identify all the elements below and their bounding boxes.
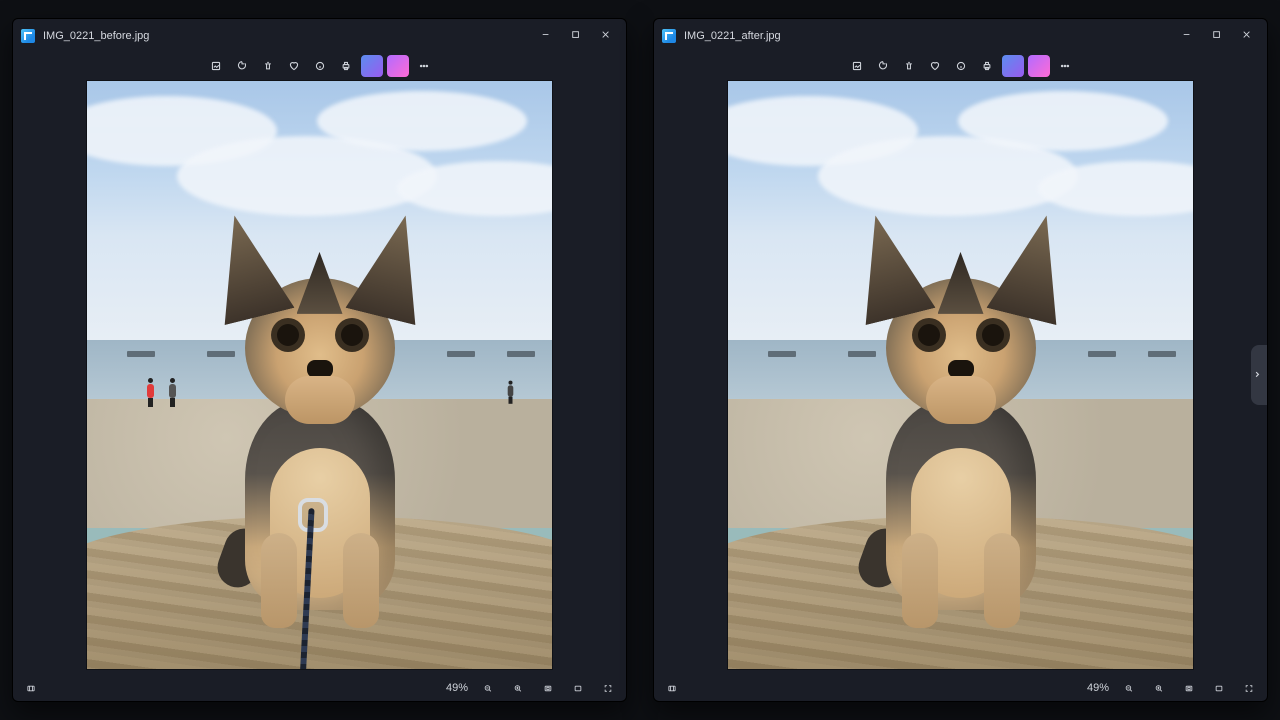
app-icon bbox=[21, 29, 35, 43]
zoom-out-button[interactable] bbox=[478, 678, 498, 698]
print-button[interactable] bbox=[976, 55, 998, 77]
maximize-button[interactable] bbox=[562, 22, 592, 50]
edit-image-button[interactable] bbox=[205, 55, 227, 77]
more-button[interactable] bbox=[1054, 55, 1076, 77]
actual-size-button[interactable] bbox=[538, 678, 558, 698]
zoom-in-button[interactable] bbox=[508, 678, 528, 698]
photos-window: IMG_0221_before.jpg bbox=[12, 18, 627, 702]
status-bar: 49% bbox=[13, 675, 626, 701]
next-image-button[interactable] bbox=[1251, 345, 1267, 405]
minimize-button[interactable] bbox=[1173, 22, 1203, 50]
close-button[interactable] bbox=[1233, 22, 1263, 50]
fit-button[interactable] bbox=[1209, 678, 1229, 698]
print-button[interactable] bbox=[335, 55, 357, 77]
zoom-level: 49% bbox=[446, 682, 468, 694]
maximize-button[interactable] bbox=[1203, 22, 1233, 50]
visual-search-button[interactable] bbox=[1002, 55, 1024, 77]
fullscreen-button[interactable] bbox=[1239, 678, 1259, 698]
status-bar: 49% bbox=[654, 675, 1267, 701]
file-name: IMG_0221_after.jpg bbox=[684, 30, 781, 42]
titlebar[interactable]: IMG_0221_after.jpg bbox=[654, 19, 1267, 53]
favorite-button[interactable] bbox=[283, 55, 305, 77]
close-button[interactable] bbox=[592, 22, 622, 50]
dog bbox=[195, 208, 445, 628]
clipchamp-button[interactable] bbox=[1028, 55, 1050, 77]
background-person bbox=[147, 378, 154, 404]
filmstrip-button[interactable] bbox=[21, 678, 41, 698]
background-person bbox=[169, 378, 176, 404]
favorite-button[interactable] bbox=[924, 55, 946, 77]
delete-button[interactable] bbox=[898, 55, 920, 77]
filmstrip-button[interactable] bbox=[662, 678, 682, 698]
info-button[interactable] bbox=[309, 55, 331, 77]
minimize-button[interactable] bbox=[532, 22, 562, 50]
titlebar[interactable]: IMG_0221_before.jpg bbox=[13, 19, 626, 53]
zoom-level: 49% bbox=[1087, 682, 1109, 694]
fullscreen-button[interactable] bbox=[598, 678, 618, 698]
more-button[interactable] bbox=[413, 55, 435, 77]
fit-button[interactable] bbox=[568, 678, 588, 698]
image-viewport[interactable] bbox=[13, 75, 626, 675]
image-viewport[interactable] bbox=[654, 75, 1267, 675]
rotate-button[interactable] bbox=[231, 55, 253, 77]
zoom-out-button[interactable] bbox=[1119, 678, 1139, 698]
actual-size-button[interactable] bbox=[1179, 678, 1199, 698]
background-person bbox=[508, 381, 514, 402]
file-name: IMG_0221_before.jpg bbox=[43, 30, 149, 42]
info-button[interactable] bbox=[950, 55, 972, 77]
app-icon bbox=[662, 29, 676, 43]
rotate-button[interactable] bbox=[872, 55, 894, 77]
zoom-in-button[interactable] bbox=[1149, 678, 1169, 698]
dog bbox=[836, 208, 1086, 628]
delete-button[interactable] bbox=[257, 55, 279, 77]
edit-image-button[interactable] bbox=[846, 55, 868, 77]
photos-window: IMG_0221_after.jpg bbox=[653, 18, 1268, 702]
photo[interactable] bbox=[728, 81, 1193, 669]
photo[interactable] bbox=[87, 81, 552, 669]
visual-search-button[interactable] bbox=[361, 55, 383, 77]
clipchamp-button[interactable] bbox=[387, 55, 409, 77]
